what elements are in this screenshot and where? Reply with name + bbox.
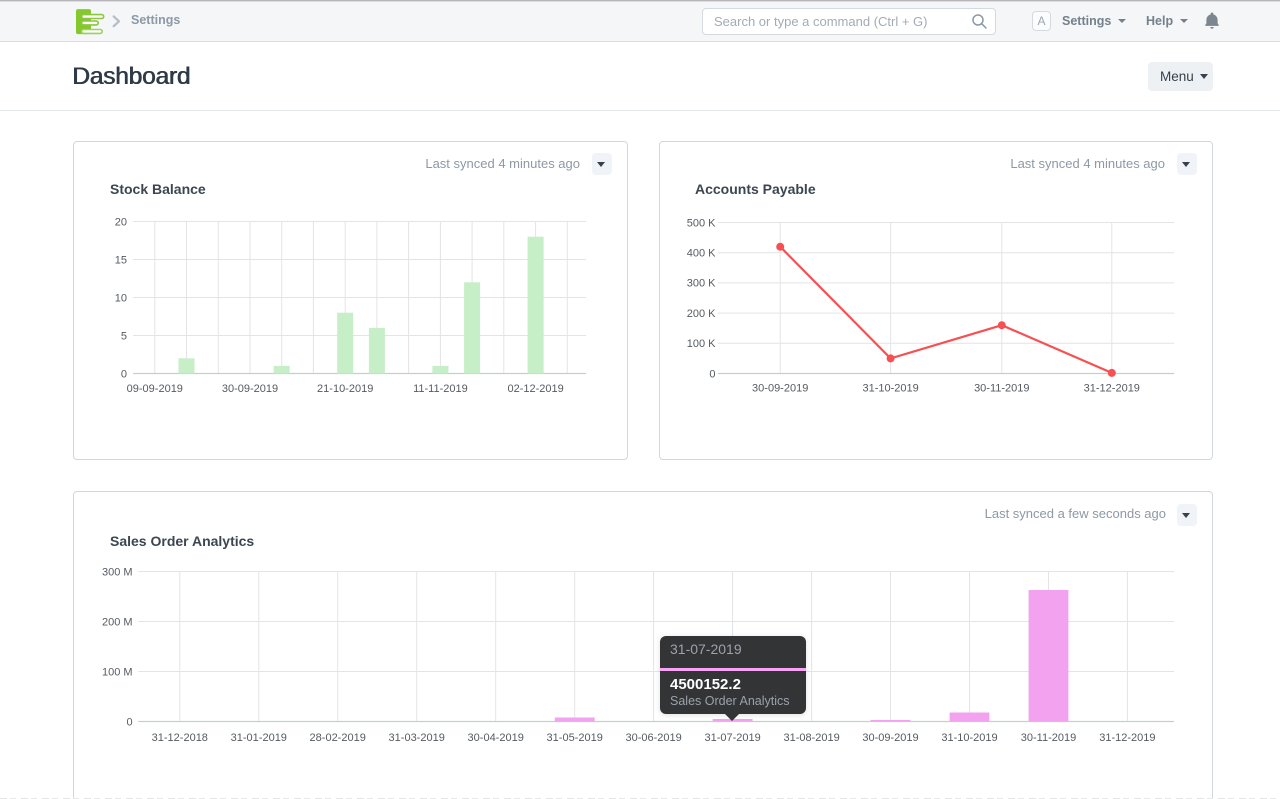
svg-text:30-11-2019: 30-11-2019 <box>974 383 1029 395</box>
svg-text:200 M: 200 M <box>102 616 133 628</box>
svg-text:0: 0 <box>126 716 132 728</box>
svg-text:20: 20 <box>115 216 127 228</box>
svg-text:11-11-2019: 11-11-2019 <box>413 383 468 395</box>
svg-text:09-09-2019: 09-09-2019 <box>127 383 183 395</box>
svg-text:02-12-2019: 02-12-2019 <box>507 383 563 395</box>
svg-text:5: 5 <box>121 330 127 342</box>
svg-text:31-10-2019: 31-10-2019 <box>862 383 918 395</box>
svg-text:30-09-2019: 30-09-2019 <box>752 383 808 395</box>
svg-text:31-10-2019: 31-10-2019 <box>941 732 997 744</box>
svg-text:31-08-2019: 31-08-2019 <box>783 732 839 744</box>
svg-text:31-03-2019: 31-03-2019 <box>389 732 445 744</box>
svg-text:30-09-2019: 30-09-2019 <box>862 732 918 744</box>
svg-text:200 K: 200 K <box>687 308 716 320</box>
svg-text:21-10-2019: 21-10-2019 <box>317 383 373 395</box>
svg-text:0: 0 <box>121 368 127 380</box>
svg-text:30-06-2019: 30-06-2019 <box>625 732 681 744</box>
svg-text:15: 15 <box>115 254 127 266</box>
svg-text:300 M: 300 M <box>102 566 133 578</box>
svg-text:28-02-2019: 28-02-2019 <box>310 732 366 744</box>
svg-text:30-09-2019: 30-09-2019 <box>222 383 278 395</box>
svg-text:31-01-2019: 31-01-2019 <box>231 732 287 744</box>
svg-text:400 K: 400 K <box>687 248 716 260</box>
svg-text:0: 0 <box>709 368 715 380</box>
svg-text:31-05-2019: 31-05-2019 <box>547 732 603 744</box>
svg-text:100 M: 100 M <box>102 666 133 678</box>
svg-text:30-11-2019: 30-11-2019 <box>1021 732 1076 744</box>
svg-text:500 K: 500 K <box>687 217 716 229</box>
svg-text:31-12-2018: 31-12-2018 <box>152 732 208 744</box>
svg-text:300 K: 300 K <box>687 278 716 290</box>
svg-text:10: 10 <box>115 292 127 304</box>
svg-text:30-04-2019: 30-04-2019 <box>468 732 524 744</box>
svg-text:31-07-2019: 31-07-2019 <box>704 732 760 744</box>
svg-text:31-12-2019: 31-12-2019 <box>1099 732 1155 744</box>
svg-text:100 K: 100 K <box>687 338 716 350</box>
svg-text:31-12-2019: 31-12-2019 <box>1084 383 1140 395</box>
